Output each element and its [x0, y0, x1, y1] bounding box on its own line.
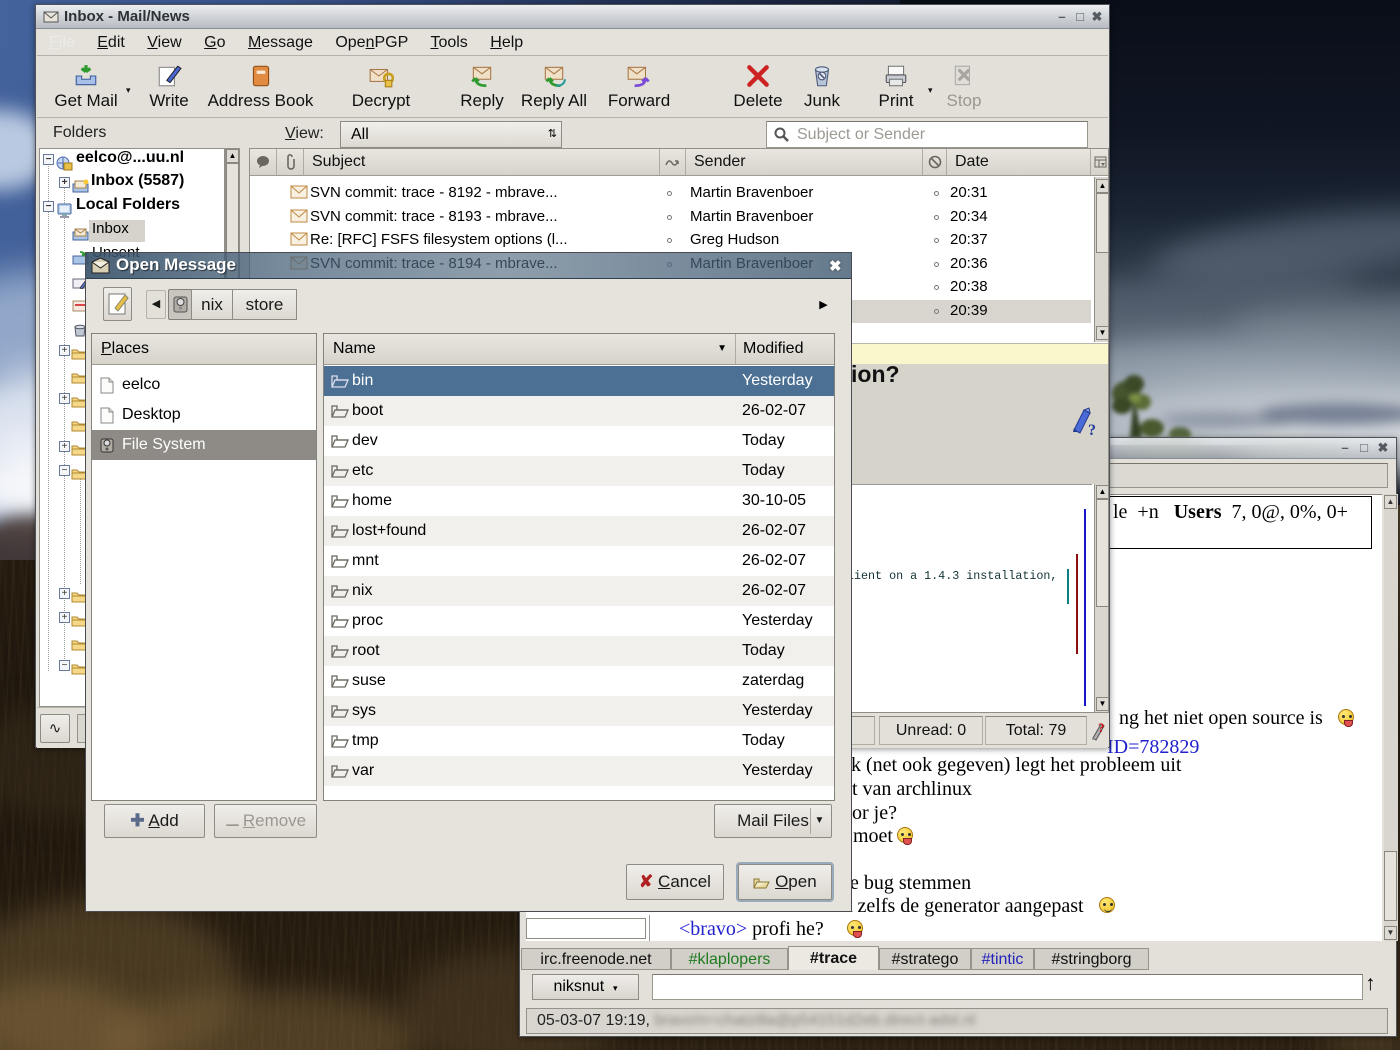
svg-text:?: ? — [1088, 422, 1096, 436]
svg-text:?: ? — [1098, 720, 1105, 735]
